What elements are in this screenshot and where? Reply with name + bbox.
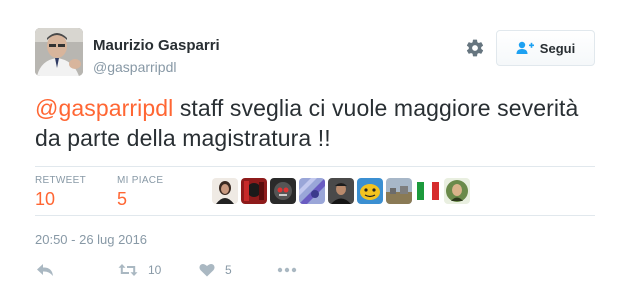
likes-stat-count[interactable]: 5 xyxy=(117,189,127,210)
reply-icon xyxy=(37,264,53,276)
tweet-text: @gasparripdl staff sveglia ci vuole magg… xyxy=(35,93,605,153)
divider xyxy=(35,166,595,167)
author-handle[interactable]: @gasparripdl xyxy=(93,59,176,75)
tweet-card: Maurizio Gasparri @gasparripdl Segui @ga… xyxy=(0,0,631,302)
avatar-image xyxy=(35,28,83,76)
liker-avatar[interactable] xyxy=(212,178,238,204)
heart-icon xyxy=(199,264,215,277)
likes-stat-label: MI PIACE xyxy=(117,175,164,186)
like-button[interactable]: 5 xyxy=(199,261,232,279)
liker-avatar[interactable] xyxy=(299,178,325,204)
add-user-icon xyxy=(516,41,534,54)
follow-label: Segui xyxy=(539,40,576,56)
retweet-stat-label: RETWEET xyxy=(35,175,86,186)
liker-avatar[interactable] xyxy=(386,178,412,204)
follow-button[interactable]: Segui xyxy=(496,30,595,66)
reply-button[interactable] xyxy=(36,261,54,279)
likers-avatars xyxy=(212,178,470,204)
divider xyxy=(35,215,595,216)
retweet-button[interactable]: 10 xyxy=(118,261,161,279)
avatar[interactable] xyxy=(35,28,83,76)
retweet-stat-count[interactable]: 10 xyxy=(35,189,55,210)
liker-avatar[interactable] xyxy=(357,178,383,204)
liker-avatar[interactable] xyxy=(241,178,267,204)
liker-avatar[interactable] xyxy=(328,178,354,204)
retweet-icon xyxy=(118,264,138,276)
more-button[interactable] xyxy=(277,261,297,279)
liker-avatar[interactable] xyxy=(415,178,441,204)
tweet-timestamp[interactable]: 20:50 - 26 lug 2016 xyxy=(35,232,147,247)
gear-icon[interactable] xyxy=(465,38,485,58)
mention-link[interactable]: @gasparripdl xyxy=(35,95,173,121)
liker-avatar[interactable] xyxy=(444,178,470,204)
like-action-count: 5 xyxy=(225,263,232,277)
retweet-action-count: 10 xyxy=(148,263,162,277)
more-icon xyxy=(277,267,297,273)
author-name[interactable]: Maurizio Gasparri xyxy=(93,37,220,54)
liker-avatar[interactable] xyxy=(270,178,296,204)
